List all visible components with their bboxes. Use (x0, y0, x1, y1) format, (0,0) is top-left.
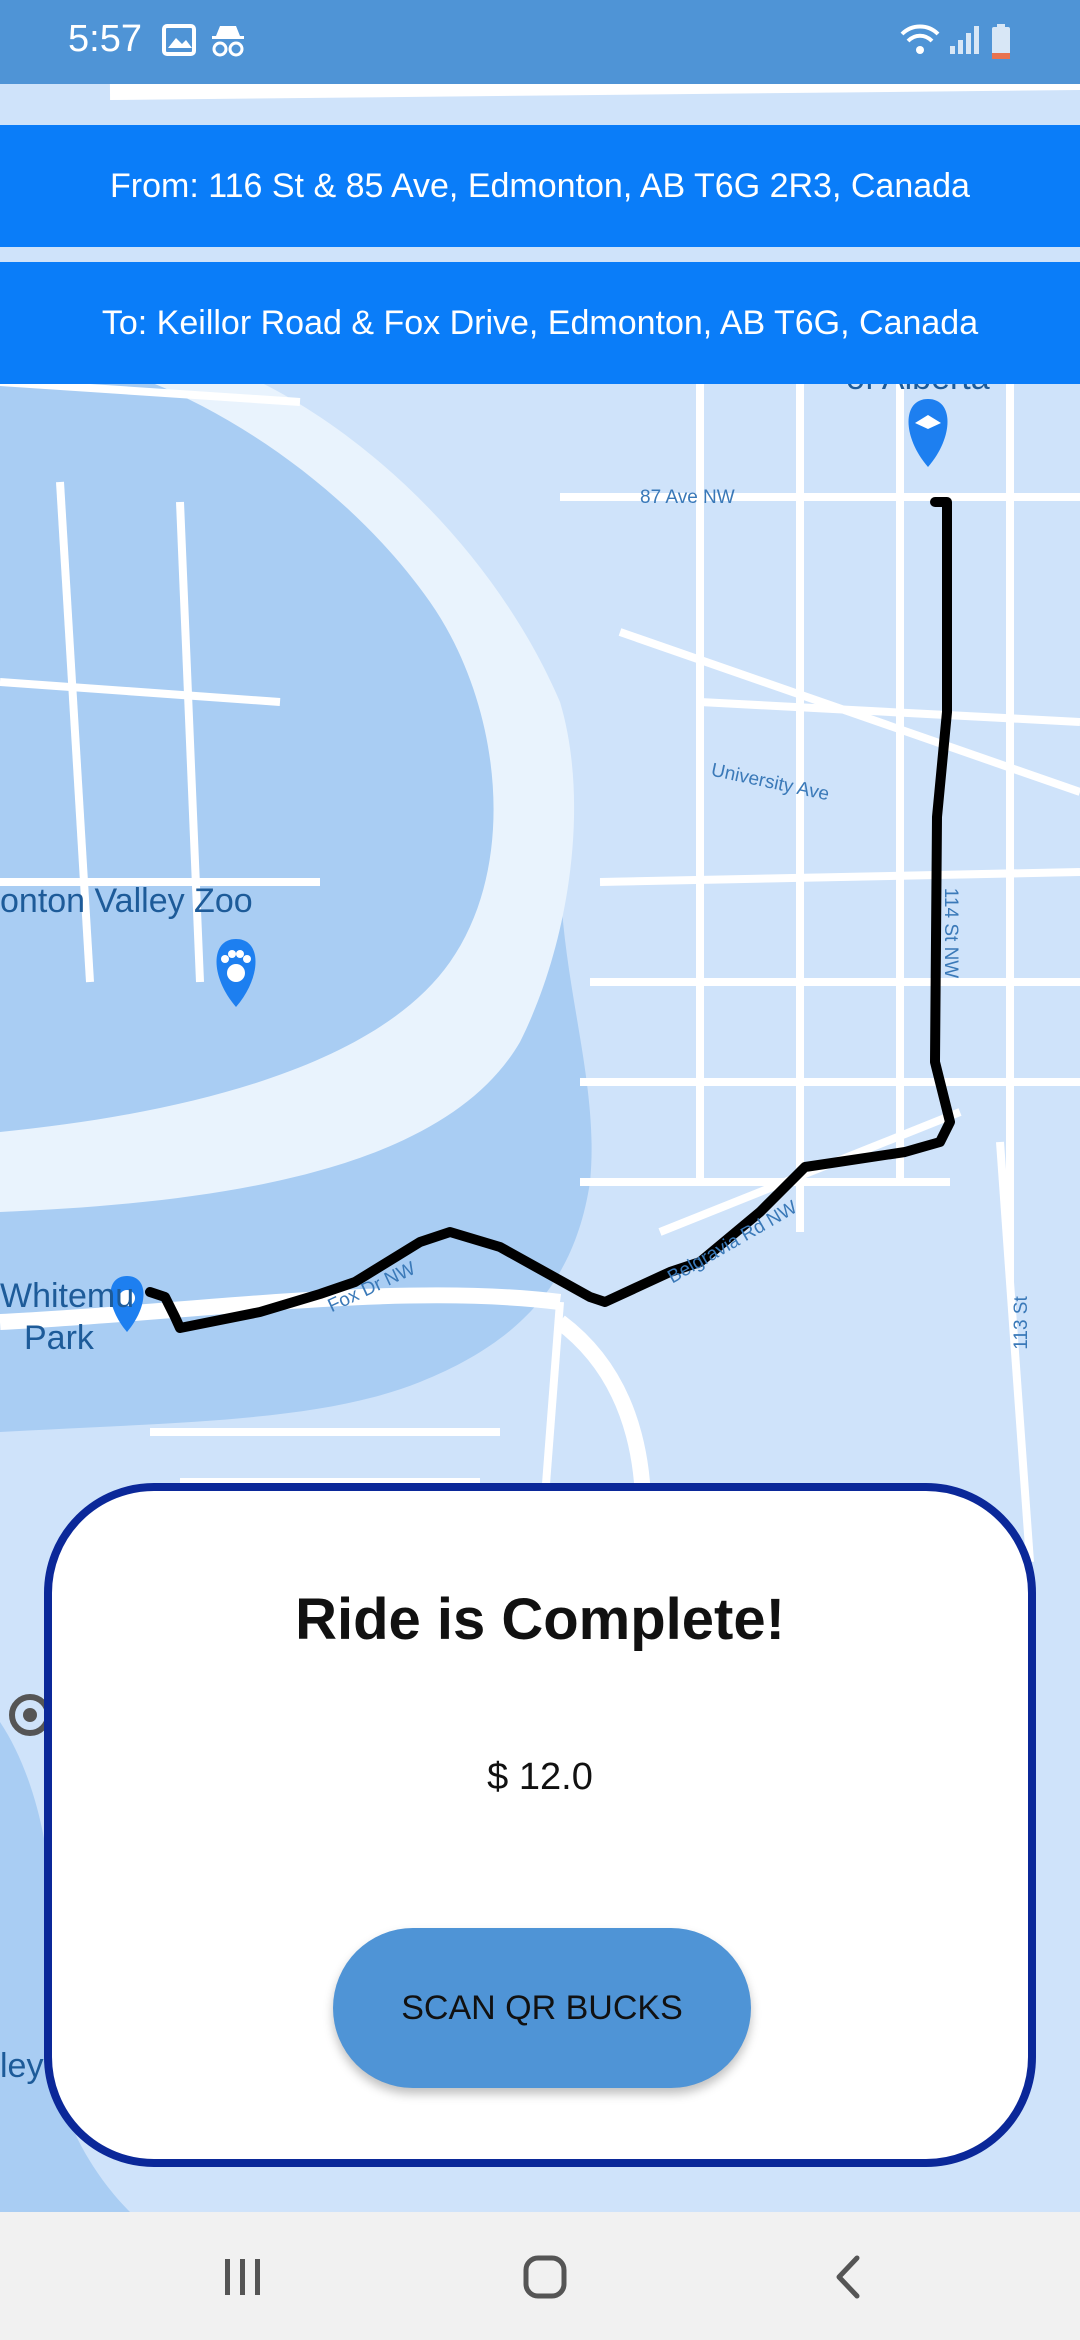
street-label: 113 St (1010, 1296, 1032, 1350)
signal-icon (950, 26, 979, 54)
recent-apps-icon (225, 2259, 260, 2295)
place-label-zoo: onton Valley Zoo (0, 882, 253, 920)
from-address-text: From: 116 St & 85 Ave, Edmonton, AB T6G … (110, 166, 970, 205)
ride-price: $ 12.0 (487, 1756, 593, 1798)
home-button[interactable] (505, 2242, 585, 2312)
ride-complete-title: Ride is Complete! (295, 1587, 785, 1652)
back-button[interactable] (808, 2242, 888, 2312)
paw-icon (227, 964, 245, 982)
wifi-icon (900, 24, 940, 54)
scan-qr-bucks-button[interactable]: SCAN QR BUCKS (333, 1928, 751, 2088)
battery-icon (992, 24, 1010, 59)
recent-apps-button[interactable] (203, 2242, 283, 2312)
to-address-text: To: Keillor Road & Fox Drive, Edmonton, … (101, 303, 979, 342)
place-label-park: Park (24, 1319, 94, 1357)
from-address-bar[interactable]: From: 116 St & 85 Ave, Edmonton, AB T6G … (0, 125, 1080, 247)
location-target-icon (9, 1694, 51, 1736)
scan-qr-bucks-label: SCAN QR BUCKS (401, 1988, 683, 2027)
street-label: 87 Ave NW (640, 487, 735, 508)
place-label-valley: ley (0, 2047, 44, 2085)
incognito-icon (212, 26, 244, 57)
street-label: 114 St NW (940, 887, 962, 979)
back-icon (836, 2255, 860, 2299)
image-icon (162, 24, 196, 56)
home-icon (523, 2255, 567, 2299)
status-time: 5:57 (68, 18, 142, 60)
to-address-bar[interactable]: To: Keillor Road & Fox Drive, Edmonton, … (0, 262, 1080, 384)
status-bar: 5:57 (0, 0, 1080, 84)
navigation-bar (0, 2212, 1080, 2340)
ride-complete-card: Ride is Complete! $ 12.0 SCAN QR BUCKS (44, 1483, 1036, 2167)
start-pin[interactable] (908, 399, 948, 467)
place-label-whitemud: Whitemu (0, 1277, 135, 1315)
